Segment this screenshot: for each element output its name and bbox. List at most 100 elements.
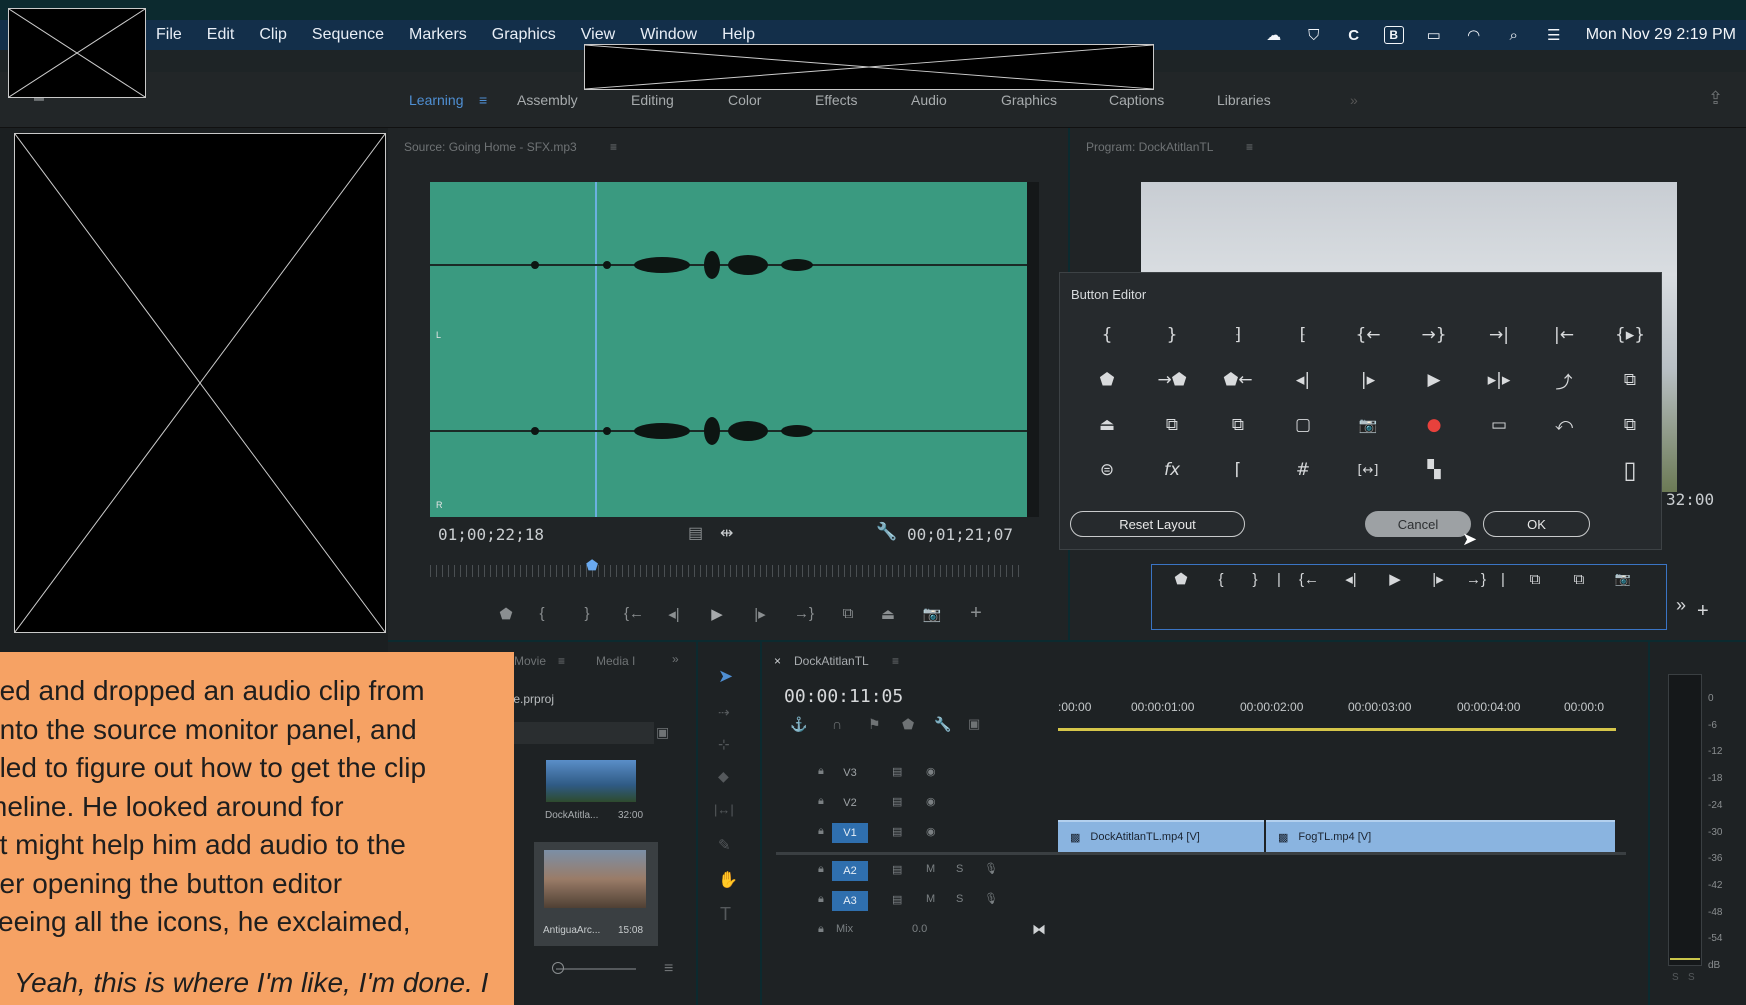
track-divider[interactable] <box>776 852 1626 855</box>
trim-icon[interactable]: ⌈ <box>1218 456 1258 484</box>
src-go-in-button[interactable]: {← <box>614 605 654 622</box>
prog-spacer-1[interactable]: | <box>1269 571 1289 588</box>
timeline-wrench-icon[interactable]: 🔧 <box>934 716 951 733</box>
go-to-out-icon[interactable]: →} <box>1414 321 1454 349</box>
track-label-v3[interactable]: V3 <box>832 763 868 783</box>
sync-icon[interactable]: ▤ <box>892 893 902 906</box>
thumbnail-antigua[interactable] <box>544 850 646 908</box>
multicam-icon[interactable]: ▭ <box>1479 411 1519 439</box>
selection-tool-icon[interactable]: ➤ <box>718 666 733 687</box>
project-menu-icon[interactable]: ≡ <box>664 960 673 978</box>
grid-icon[interactable]: # <box>1283 456 1323 484</box>
track-label-v2[interactable]: V2 <box>832 793 868 813</box>
menu-sequence[interactable]: Sequence <box>312 26 384 44</box>
tab-assembly[interactable]: Assembly <box>517 92 578 108</box>
solo-left-button[interactable]: S <box>1672 972 1679 983</box>
insert-icon[interactable]: ⧉ <box>1610 366 1650 394</box>
step-forward-icon[interactable]: |▸ <box>1348 366 1388 394</box>
prog-go-out-button[interactable]: →} <box>1459 571 1493 588</box>
lock-icon[interactable]: 🔒︎ <box>818 923 824 936</box>
snap-icon[interactable]: ⚓ <box>790 716 807 733</box>
src-export-frame-button[interactable]: 📷 <box>908 605 956 623</box>
src-step-fwd-button[interactable]: |▸ <box>740 605 780 623</box>
tab-captions[interactable]: Captions <box>1109 92 1164 108</box>
play-icon[interactable]: ▶ <box>1414 366 1454 394</box>
lock-icon[interactable]: 🔒︎ <box>818 765 824 778</box>
shield-icon[interactable]: ⛉ <box>1304 26 1324 44</box>
prog-step-back-button[interactable]: ◂| <box>1329 570 1373 588</box>
go-prev-marker-icon[interactable]: ⬟← <box>1218 366 1258 394</box>
source-drag-audio-icon[interactable]: ⇹ <box>720 523 733 543</box>
mark-clip-in-icon[interactable]: ⁅ <box>1283 321 1323 349</box>
project-tab[interactable]: Movie <box>514 654 546 668</box>
src-step-back-button[interactable]: ◂| <box>654 605 694 623</box>
prog-mark-in-button[interactable]: { <box>1201 571 1241 588</box>
loop-icon[interactable]: ⤺ <box>1544 411 1584 439</box>
menu-graphics[interactable]: Graphics <box>492 26 556 44</box>
lift-icon[interactable]: ⤴ <box>1544 366 1584 394</box>
go-to-prev-edit-icon[interactable]: |← <box>1544 321 1584 349</box>
sync-icon[interactable]: ▤ <box>892 765 902 778</box>
media-browser-tab[interactable]: Media I <box>596 654 635 668</box>
step-back-icon[interactable]: ◂| <box>1283 366 1323 394</box>
tab-editing[interactable]: Editing <box>631 92 674 108</box>
clip-dock-atitlan[interactable]: ▩ DockAtitlanTL.mp4 [V] <box>1058 820 1264 852</box>
mark-clip-out-icon[interactable]: ⁆ <box>1218 321 1258 349</box>
overwrite-icon[interactable]: ⧉ <box>1152 411 1192 439</box>
track-label-a2[interactable]: A2 <box>832 861 868 881</box>
prog-go-in-button[interactable]: {← <box>1289 571 1329 588</box>
mix-end-icon[interactable]: ⧓ <box>1032 921 1046 938</box>
play-in-to-out-icon[interactable]: {▸} <box>1610 321 1650 349</box>
eye-icon[interactable]: ◉ <box>926 795 936 808</box>
spacer-icon[interactable]: ▯ <box>1610 456 1650 484</box>
program-monitor-title[interactable]: Program: DockAtitlanTL <box>1086 140 1213 154</box>
timeline-timecode[interactable]: 00:00:11:05 <box>784 686 903 707</box>
replace-icon[interactable]: ⧉ <box>1218 411 1258 439</box>
track-select-icon[interactable]: ⇢ <box>718 704 730 721</box>
source-timecode-out[interactable]: 00;01;21;07 <box>907 525 1013 544</box>
tab-learning[interactable]: Learning <box>409 92 464 108</box>
mix-value[interactable]: 0.0 <box>912 923 927 935</box>
tab-audio[interactable]: Audio <box>911 92 947 108</box>
tab-learning-menu-icon[interactable]: ≡ <box>479 92 487 108</box>
lock-icon[interactable]: 🔒︎ <box>818 863 824 876</box>
safe-margins-icon[interactable]: ▢ <box>1283 411 1323 439</box>
src-go-out-button[interactable]: →} <box>780 605 828 622</box>
menu-help[interactable]: Help <box>722 26 755 44</box>
mark-out-button-icon[interactable]: } <box>1152 321 1192 349</box>
fx-toggle-icon[interactable]: fx <box>1152 456 1192 484</box>
src-insert-button[interactable]: ⧉ <box>828 605 868 622</box>
source-settings-icon[interactable]: ▤ <box>688 523 703 543</box>
menu-file[interactable]: File <box>156 26 182 44</box>
source-timecode-in[interactable]: 01;00;22;18 <box>438 525 544 544</box>
source-monitor-title[interactable]: Source: Going Home - SFX.mp3 <box>404 140 577 154</box>
mute-icon[interactable]: M <box>926 863 935 875</box>
wifi-icon[interactable]: ◠ <box>1464 26 1484 44</box>
project-tab-menu-icon[interactable]: ≡ <box>558 654 565 668</box>
go-to-in-icon[interactable]: {← <box>1348 321 1388 349</box>
b-app-icon[interactable]: B <box>1383 26 1404 44</box>
battery-icon[interactable]: ▭ <box>1424 26 1444 44</box>
work-area-bar[interactable] <box>1058 728 1616 731</box>
menu-window[interactable]: Window <box>640 26 697 44</box>
add-marker-icon[interactable]: ⬟ <box>1087 366 1127 394</box>
menu-view[interactable]: View <box>581 26 615 44</box>
source-scrub-handle[interactable]: ⬟ <box>586 557 598 574</box>
prog-extract-button[interactable]: ⧉ <box>1557 571 1601 588</box>
program-monitor-menu-icon[interactable]: ≡ <box>1246 140 1253 154</box>
extract-icon[interactable]: ⏏ <box>1087 411 1127 439</box>
src-marker-button[interactable]: ⬟ <box>488 605 524 623</box>
src-mark-out-button[interactable]: } <box>560 605 614 622</box>
sync-icon[interactable]: ▤ <box>892 825 902 838</box>
workspace-overflow[interactable]: » <box>1350 92 1358 108</box>
audio-waveform[interactable]: L R <box>430 182 1027 517</box>
tab-color[interactable]: Color <box>728 92 761 108</box>
go-next-marker-icon[interactable]: →⬟ <box>1152 366 1192 394</box>
record-icon[interactable]: ● <box>1414 411 1454 439</box>
project-search-input[interactable] <box>498 722 654 744</box>
src-overwrite-button[interactable]: ⏏ <box>868 605 908 623</box>
menu-clock[interactable]: Mon Nov 29 2:19 PM <box>1586 26 1736 44</box>
marker-icon[interactable]: ⬟ <box>902 716 914 733</box>
menu-clip[interactable]: Clip <box>259 26 287 44</box>
src-play-button[interactable]: ▶ <box>694 605 740 623</box>
